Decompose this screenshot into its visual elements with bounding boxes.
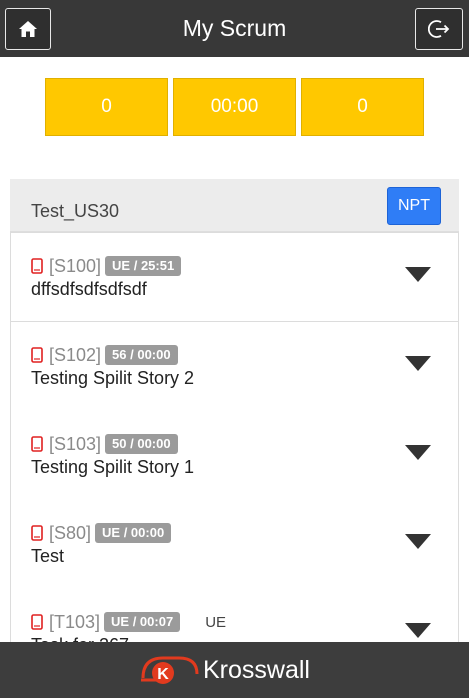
expand-arrow-icon[interactable] [405, 445, 431, 461]
mobile-icon [31, 614, 43, 630]
story-badge: UE / 00:00 [95, 523, 172, 543]
story-badge: 50 / 00:00 [105, 434, 178, 454]
app-root: My Scrum 0 00:00 0 Test_US30 NPT [S100] … [0, 0, 469, 698]
krosswall-logo-icon: K [141, 656, 199, 684]
stat-box-time[interactable]: 00:00 [173, 78, 296, 136]
stat-box-points[interactable]: 0 [301, 78, 424, 136]
expand-arrow-icon[interactable] [405, 623, 431, 639]
story-meta: [S102] 56 / 00:00 [31, 344, 178, 366]
story-badge: 56 / 00:00 [105, 345, 178, 365]
stat-value: 00:00 [210, 96, 259, 117]
story-name: Test [31, 546, 65, 566]
story-meta: [T103] UE / 00:07 UE [31, 611, 226, 633]
stat-value: 0 [101, 96, 112, 117]
story-id: [S100] [49, 255, 102, 276]
story-row[interactable]: [S102] 56 / 00:00 Testing Spilit Story 2 [10, 322, 459, 412]
story-id: [T103] [49, 611, 101, 632]
stats-row: 0 00:00 0 [45, 78, 425, 136]
story-row[interactable]: [S103] 50 / 00:00 Testing Spilit Story 1 [10, 411, 459, 501]
sprint-header: Test_US30 NPT [10, 179, 459, 232]
story-meta: [S80] UE / 00:00 [31, 522, 172, 544]
story-id: [S80] [49, 522, 92, 543]
mobile-icon [31, 347, 43, 363]
story-extra-label: UE [205, 613, 227, 631]
story-meta: [S100] UE / 25:51 [31, 255, 182, 277]
expand-arrow-icon[interactable] [405, 356, 431, 372]
story-row[interactable]: [S80] UE / 00:00 Test [10, 500, 459, 590]
story-id: [S102] [49, 344, 102, 365]
story-badge: UE / 25:51 [105, 256, 182, 276]
svg-text:K: K [157, 666, 169, 683]
sprint-name: Test_US30 [31, 201, 120, 221]
story-meta: [S103] 50 / 00:00 [31, 433, 178, 455]
logout-icon [428, 20, 450, 38]
logout-button[interactable] [415, 8, 463, 50]
story-name: dffsdfsdfsdfsdf [31, 279, 147, 299]
story-id: [S103] [49, 433, 102, 454]
header-bar: My Scrum [0, 0, 469, 57]
mobile-icon [31, 525, 43, 541]
footer-bar: K Krosswall [0, 642, 469, 698]
sprint-panel: Test_US30 NPT [S100] UE / 25:51 dffsdfsd… [10, 179, 459, 679]
story-row[interactable]: [S100] UE / 25:51 dffsdfsdfsdfsdf [10, 232, 459, 322]
page-title: My Scrum [182, 15, 287, 41]
npt-button[interactable]: NPT [387, 187, 441, 225]
expand-arrow-icon[interactable] [405, 267, 431, 283]
story-name: Testing Spilit Story 2 [31, 368, 195, 388]
story-name: Testing Spilit Story 1 [31, 457, 195, 477]
stat-box-count[interactable]: 0 [45, 78, 168, 136]
story-badge: UE / 00:07 [104, 612, 181, 632]
stat-value: 0 [357, 96, 368, 117]
mobile-icon [31, 258, 43, 274]
brand-name: Krosswall [203, 655, 310, 684]
mobile-icon [31, 436, 43, 452]
brand-logo: K Krosswall [141, 650, 310, 690]
expand-arrow-icon[interactable] [405, 534, 431, 550]
